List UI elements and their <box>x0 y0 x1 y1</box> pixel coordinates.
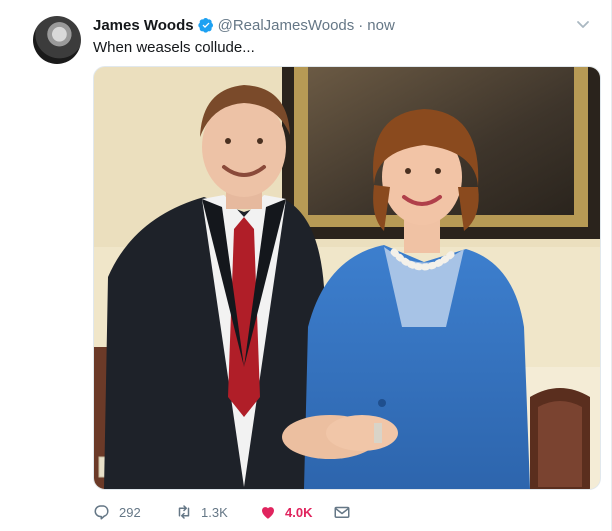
reply-button[interactable]: 292 <box>93 503 175 521</box>
tweet-text: When weasels collude... <box>93 39 255 56</box>
retweet-count: 1.3K <box>201 504 228 520</box>
header-separator: · <box>358 16 364 34</box>
heart-icon <box>262 507 274 519</box>
tweet-header: James Woods @RealJamesWoods · now <box>93 15 395 35</box>
tweet-timestamp[interactable]: now <box>367 17 395 34</box>
chevron-down-icon[interactable] <box>575 16 591 32</box>
author-handle[interactable]: @RealJamesWoods <box>218 17 355 34</box>
avatar[interactable] <box>33 16 81 64</box>
reply-icon <box>94 505 109 520</box>
retweet-button[interactable]: 1.3K <box>175 503 259 521</box>
envelope-icon <box>334 506 350 518</box>
direct-message-button[interactable] <box>333 503 353 521</box>
like-button[interactable]: 4.0K <box>259 503 333 521</box>
tweet-card[interactable]: James Woods @RealJamesWoods · now When w… <box>0 0 612 531</box>
like-count: 4.0K <box>285 504 313 520</box>
reply-count: 292 <box>119 504 141 520</box>
tweet-photo[interactable] <box>93 66 601 490</box>
tweet-actions: 292 1.3K 4.0K <box>93 500 353 524</box>
retweet-icon <box>178 505 190 519</box>
verified-badge-icon <box>197 18 213 33</box>
author-name[interactable]: James Woods <box>93 17 194 34</box>
